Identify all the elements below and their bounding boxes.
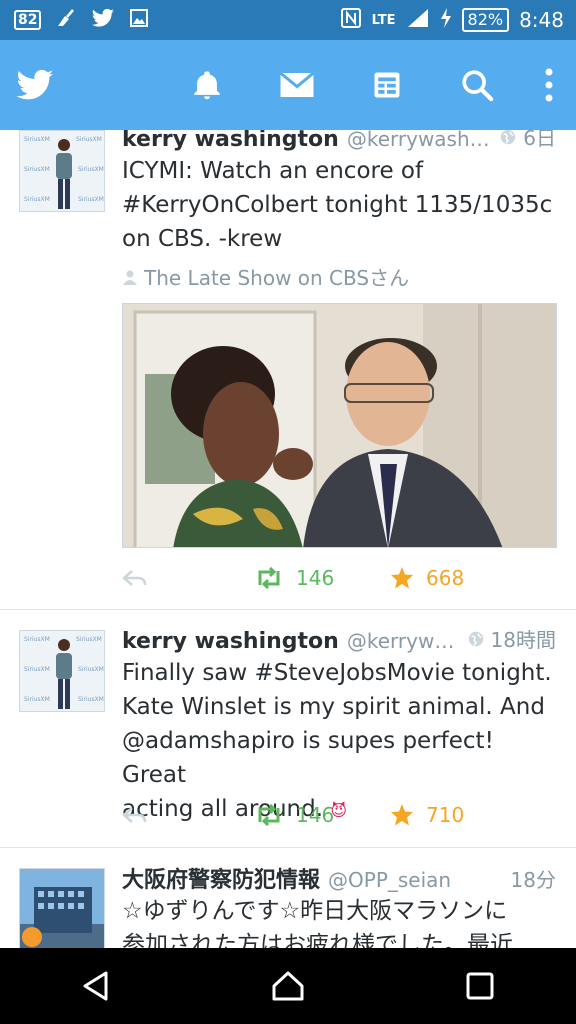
twitter-bird-icon[interactable] (12, 62, 58, 108)
time-label: 18時間 (490, 628, 556, 652)
favorite-button[interactable]: 668 (390, 566, 464, 590)
author-name[interactable]: kerry washington (122, 130, 339, 152)
retweet-icon (258, 567, 280, 589)
time-label: 18分 (510, 868, 556, 892)
tweet-text-line: ICYMI: Watch an encore of (122, 158, 424, 184)
system-nav-bar (0, 948, 576, 1024)
tweet[interactable]: SiriusXM SiriusXM SiriusXM SiriusXM SiriusXM… (0, 610, 576, 848)
author-handle[interactable]: @kerrywashin... (347, 130, 493, 151)
lists-icon[interactable] (364, 62, 410, 108)
globe-icon (468, 631, 483, 646)
tweet-text: ICYMI: Watch an encore of #KerryOnColber… (122, 154, 556, 256)
svg-text:SiriusXM: SiriusXM (78, 696, 104, 703)
retweet-count: 146 (296, 566, 335, 590)
svg-text:SiriusXM: SiriusXM (78, 196, 104, 203)
svg-text:SiriusXM: SiriusXM (78, 666, 104, 673)
tweet-text-line[interactable]: Finally saw #SteveJobsMovie tonight. (122, 656, 556, 690)
svg-text:SiriusXM: SiriusXM (24, 636, 50, 643)
avatar[interactable]: SiriusXM SiriusXM SiriusXM SiriusXM SiriusXM… (19, 630, 105, 712)
tweet-time: 18分 (511, 864, 556, 892)
nfc-icon (340, 7, 362, 33)
tweet-text-line: on CBS. -krew (122, 226, 283, 252)
broom-icon (55, 8, 77, 32)
tweet-photo[interactable] (122, 303, 557, 548)
reply-icon[interactable] (122, 805, 148, 825)
app-bar (0, 40, 576, 130)
more-vert-icon[interactable] (526, 62, 572, 108)
svg-text:SiriusXM: SiriusXM (24, 136, 50, 143)
retweet-count: 146 (296, 803, 335, 827)
author-handle[interactable]: @kerrywas... (347, 629, 461, 653)
svg-text:SiriusXM: SiriusXM (76, 636, 102, 643)
retweeted-by-label[interactable]: The Late Show on CBSさん (144, 262, 409, 291)
charging-icon (440, 7, 452, 33)
tweet-text-line: Kate Winslet is my spirit animal. And (122, 694, 545, 720)
tweet-time: 6日 (499, 130, 556, 151)
signal-icon (406, 7, 430, 33)
tweet-text-line: 参加された方はお疲れ様でした。最近 (122, 932, 513, 948)
favorite-count: 668 (426, 566, 465, 590)
svg-text:SiriusXM: SiriusXM (78, 166, 104, 173)
reply-icon[interactable] (122, 568, 148, 588)
home-icon[interactable] (258, 956, 318, 1016)
tweet[interactable]: SiriusXM SiriusXM SiriusXM SiriusXM SiriusXM… (0, 130, 576, 610)
battery-indicator: 82% (461, 8, 510, 32)
bell-icon[interactable] (184, 62, 230, 108)
author-handle[interactable]: @OPP_seian (328, 868, 505, 892)
svg-text:SiriusXM: SiriusXM (24, 696, 50, 703)
timeline[interactable]: SiriusXM SiriusXM SiriusXM SiriusXM SiriusXM… (0, 130, 576, 948)
person-icon (123, 270, 137, 285)
retweet-icon (258, 804, 280, 826)
avatar[interactable]: SiriusXM SiriusXM SiriusXM SiriusXM SiriusXM… (19, 130, 105, 212)
clock: 8:48 (519, 8, 564, 32)
tweet-text: ☆ゆずりんです☆昨日大阪マラソンに 参加された方はお疲れ様でした。最近 (122, 894, 556, 948)
svg-text:SiriusXM: SiriusXM (76, 136, 102, 143)
notification-count-icon: 82 (14, 10, 42, 30)
avatar[interactable] (19, 868, 105, 948)
image-icon (129, 8, 149, 32)
tweet[interactable]: 大阪府警察防犯情報 @OPP_seian 18分 ☆ゆずりんです☆昨日大阪マラソ… (0, 848, 576, 948)
svg-text:SiriusXM: SiriusXM (24, 166, 50, 173)
time-label: 6日 (523, 130, 556, 150)
tweet-text-line: ☆ゆずりんです☆昨日大阪マラソンに (122, 898, 508, 924)
tweet-text-line[interactable]: @adamshapiro is supes perfect! Great (122, 724, 556, 792)
favorite-count: 710 (426, 803, 465, 827)
retweeted-by[interactable]: The Late Show on CBSさん (122, 262, 556, 291)
retweet-button[interactable]: 146 (254, 803, 334, 827)
tweet-actions: 146 710 (122, 800, 556, 830)
tweet-time: 18時間 (467, 624, 556, 653)
status-bar: 82 LTE 82% 8:48 (0, 0, 576, 40)
star-icon (391, 567, 413, 589)
search-icon[interactable] (454, 62, 500, 108)
retweet-button[interactable]: 146 (254, 566, 334, 590)
author-name[interactable]: kerry washington (122, 629, 339, 654)
svg-text:SiriusXM: SiriusXM (24, 666, 50, 673)
svg-text:SiriusXM: SiriusXM (24, 196, 50, 203)
twitter-notification-icon (91, 8, 115, 32)
back-icon[interactable] (66, 956, 126, 1016)
envelope-icon[interactable] (274, 62, 320, 108)
network-type: LTE (371, 13, 396, 28)
recents-icon[interactable] (450, 956, 510, 1016)
tweet-actions: 146 668 (122, 563, 556, 593)
author-name[interactable]: 大阪府警察防犯情報 (122, 862, 320, 892)
favorite-button[interactable]: 710 (390, 803, 464, 827)
tweet-text-line[interactable]: #KerryOnColbert tonight 1135/1035c (122, 188, 556, 222)
globe-icon (501, 130, 516, 144)
star-icon (391, 804, 413, 826)
